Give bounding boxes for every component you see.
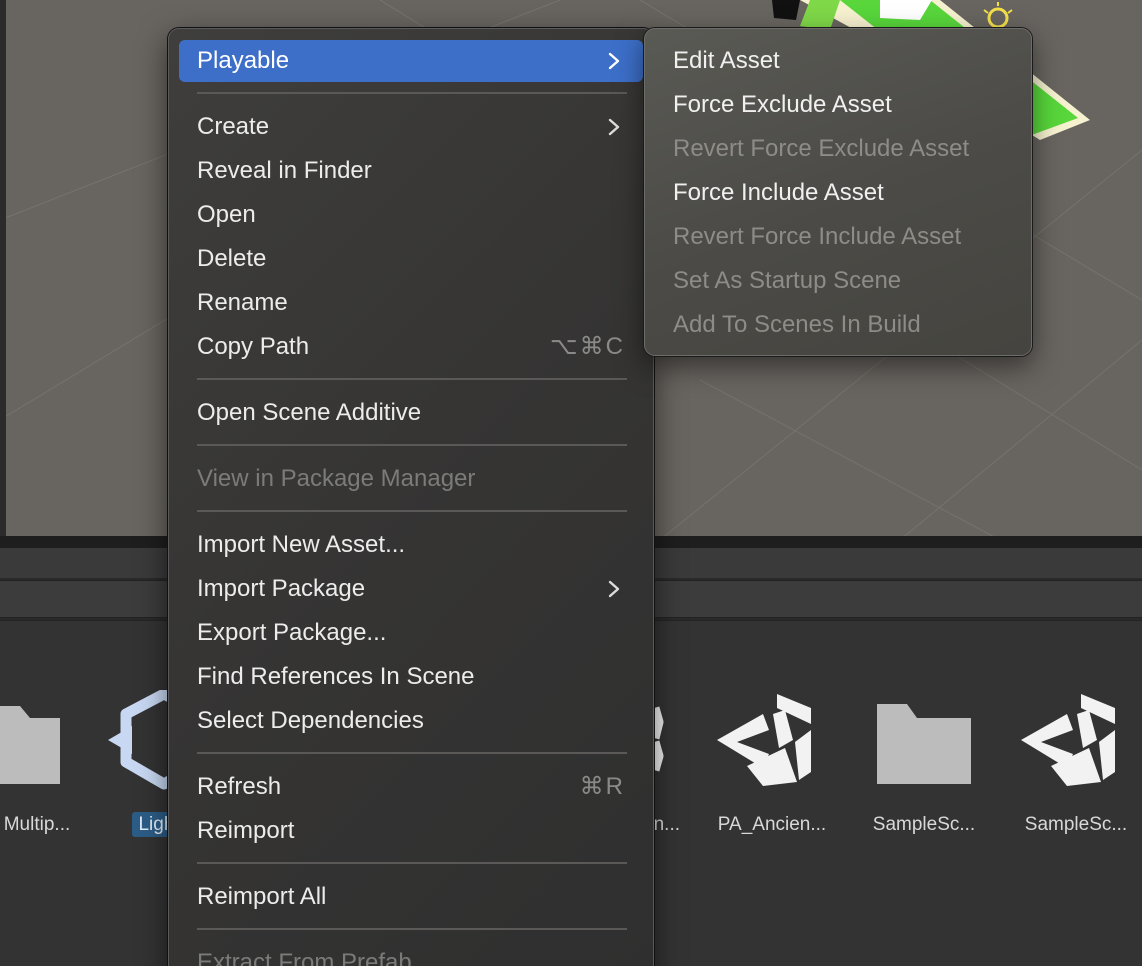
asset-name: SampleSc...	[1024, 814, 1128, 835]
menu-item-extract-from-prefab: Extract From Prefab	[179, 942, 643, 966]
folder-icon	[877, 704, 971, 784]
menu-separator	[197, 378, 627, 380]
menu-item-open-scene-additive[interactable]: Open Scene Additive	[179, 392, 643, 434]
menu-item-create[interactable]: Create	[179, 106, 643, 148]
asset-name: PA_Ancien...	[717, 814, 827, 835]
menu-item-reimport[interactable]: Reimport	[179, 810, 643, 852]
menu-item-delete[interactable]: Delete	[179, 238, 643, 280]
menu-separator	[197, 510, 627, 512]
menu-item-label: Copy Path	[197, 333, 310, 360]
menu-item-label: Create	[197, 113, 270, 140]
playable-submenu: Edit Asset Force Exclude Asset Revert Fo…	[644, 28, 1032, 356]
menu-item-label: Reimport All	[197, 883, 327, 910]
asset-item[interactable]: Multip...	[0, 690, 102, 850]
submenu-item-revert-force-include-asset: Revert Force Include Asset	[655, 216, 1021, 258]
chevron-right-icon	[608, 52, 620, 70]
menu-item-label: Select Dependencies	[197, 707, 424, 734]
menu-item-copy-path[interactable]: Copy Path ⌥⌘C	[179, 326, 643, 368]
menu-item-playable[interactable]: Playable	[179, 40, 643, 82]
menu-item-label: Export Package...	[197, 619, 387, 646]
submenu-item-label: Edit Asset	[673, 47, 780, 74]
menu-item-refresh[interactable]: Refresh ⌘R	[179, 766, 643, 808]
menu-item-reimport-all[interactable]: Reimport All	[179, 876, 643, 918]
asset-name: SampleSc...	[872, 814, 976, 835]
menu-item-label: Find References In Scene	[197, 663, 475, 690]
menu-separator	[197, 862, 627, 864]
menu-item-label: Reveal in Finder	[197, 157, 372, 184]
menu-item-label: Extract From Prefab	[197, 949, 412, 966]
menu-item-label: Rename	[197, 289, 288, 316]
submenu-item-label: Revert Force Exclude Asset	[673, 135, 970, 162]
scene-frame-border	[0, 0, 6, 540]
menu-separator	[197, 444, 627, 446]
menu-item-reveal-in-finder[interactable]: Reveal in Finder	[179, 150, 643, 192]
menu-item-rename[interactable]: Rename	[179, 282, 643, 324]
submenu-item-set-as-startup-scene: Set As Startup Scene	[655, 260, 1021, 302]
submenu-item-add-to-scenes-in-build: Add To Scenes In Build	[655, 304, 1021, 346]
asset-item[interactable]: SampleSc...	[1011, 690, 1141, 850]
menu-item-select-dependencies[interactable]: Select Dependencies	[179, 700, 643, 742]
chevron-right-icon	[608, 118, 620, 136]
submenu-item-revert-force-exclude-asset: Revert Force Exclude Asset	[655, 128, 1021, 170]
menu-separator	[197, 92, 627, 94]
unity-scene-icon	[717, 694, 811, 786]
menu-item-export-package[interactable]: Export Package...	[179, 612, 643, 654]
menu-item-import-package[interactable]: Import Package	[179, 568, 643, 610]
menu-item-find-references-in-scene[interactable]: Find References In Scene	[179, 656, 643, 698]
menu-item-label: Open	[197, 201, 256, 228]
menu-item-label: Playable	[197, 47, 290, 74]
shortcut-label: ⌥⌘C	[550, 333, 625, 360]
submenu-item-label: Set As Startup Scene	[673, 267, 902, 294]
asset-name: n...	[653, 814, 680, 835]
asset-item[interactable]: SampleSc...	[859, 690, 989, 850]
asset-name: Multip...	[3, 814, 71, 835]
submenu-item-force-include-asset[interactable]: Force Include Asset	[655, 172, 1021, 214]
menu-item-label: Import New Asset...	[197, 531, 406, 558]
context-menu: Playable Create Reveal in Finder Open De…	[168, 28, 654, 966]
submenu-item-force-exclude-asset[interactable]: Force Exclude Asset	[655, 84, 1021, 126]
submenu-item-label: Force Include Asset	[673, 179, 884, 206]
menu-item-label: Delete	[197, 245, 267, 272]
submenu-item-edit-asset[interactable]: Edit Asset	[655, 40, 1021, 82]
chevron-right-icon	[608, 580, 620, 598]
menu-item-label: Import Package	[197, 575, 366, 602]
menu-separator	[197, 928, 627, 930]
folder-icon	[0, 706, 60, 784]
menu-item-label: View in Package Manager	[197, 465, 476, 492]
menu-item-label: Open Scene Additive	[197, 399, 422, 426]
menu-item-import-new-asset[interactable]: Import New Asset...	[179, 524, 643, 566]
menu-separator	[197, 752, 627, 754]
submenu-item-label: Add To Scenes In Build	[673, 311, 921, 338]
unity-scene-icon	[1021, 694, 1115, 786]
submenu-item-label: Force Exclude Asset	[673, 91, 892, 118]
shortcut-label: ⌘R	[579, 773, 625, 800]
submenu-item-label: Revert Force Include Asset	[673, 223, 962, 250]
menu-item-view-in-package-manager: View in Package Manager	[179, 458, 643, 500]
asset-item[interactable]: PA_Ancien...	[707, 690, 837, 850]
menu-item-open[interactable]: Open	[179, 194, 643, 236]
menu-item-label: Refresh	[197, 773, 282, 800]
menu-item-label: Reimport	[197, 817, 295, 844]
